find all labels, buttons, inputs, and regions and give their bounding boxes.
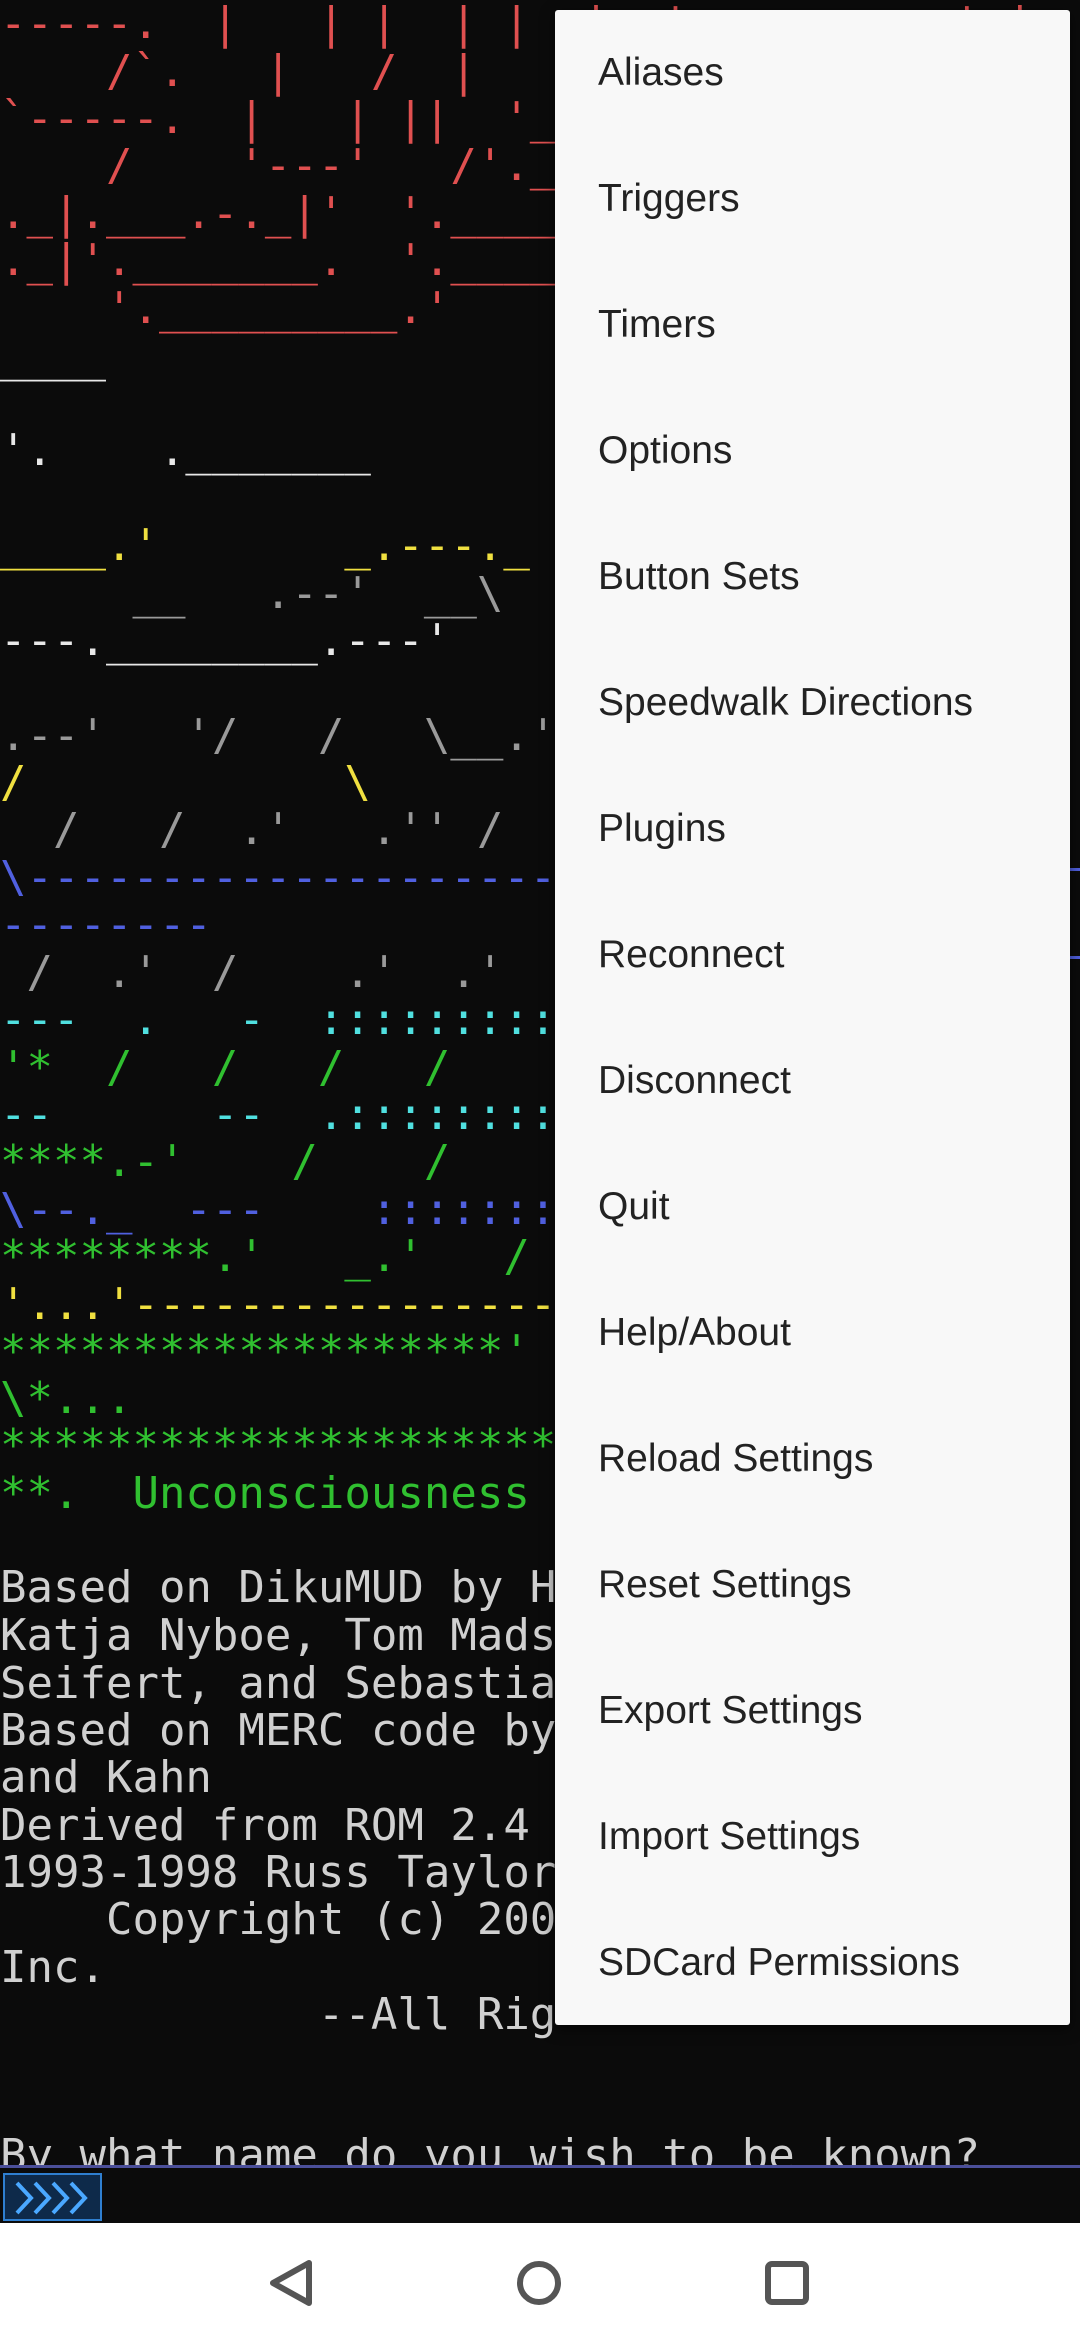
terminal-line: '* / / / / [0, 1042, 451, 1093]
terminal-line: Inc. [0, 1942, 106, 1993]
terminal-line: Based on DikuMUD by H [0, 1562, 557, 1613]
terminal-line: \*... [0, 1373, 133, 1424]
terminal-line: ____ [0, 331, 106, 382]
input-toggle-button[interactable] [3, 2173, 102, 2221]
system-navigation-bar [0, 2223, 1080, 2340]
menu-item-reload-settings[interactable]: Reload Settings [555, 1396, 1070, 1522]
terminal-line: ****.-' / / [0, 1136, 451, 1187]
recents-button[interactable] [747, 2243, 827, 2323]
recents-square-icon [765, 2261, 809, 2305]
menu-item-triggers[interactable]: Triggers [555, 136, 1070, 262]
terminal-line: *******************' [0, 1326, 530, 1377]
back-triangle-icon [270, 2260, 312, 2306]
terminal-line: \--._ --- ::::::::: [0, 1184, 610, 1235]
menu-item-timers[interactable]: Timers [555, 262, 1070, 388]
terminal-line: **. Unconsciousness [0, 1468, 530, 1519]
menu-item-button-sets[interactable]: Button Sets [555, 514, 1070, 640]
terminal-line: ____.' _.---._ [0, 520, 530, 571]
terminal-line: / \ [0, 757, 371, 808]
terminal-line: Based on MERC code by [0, 1705, 557, 1756]
menu-item-import-settings[interactable]: Import Settings [555, 1774, 1070, 1900]
terminal-line: -------- [0, 899, 212, 950]
terminal-line: / '---' /'.____ [0, 140, 636, 191]
terminal-line: ********.' _.' / [0, 1231, 530, 1282]
terminal-line: '...'------------------- [0, 1279, 636, 1330]
menu-item-quit[interactable]: Quit [555, 1144, 1070, 1270]
terminal-line: ---.________.---' [0, 615, 451, 666]
terminal-line: 1993-1998 Russ Taylor [0, 1847, 557, 1898]
terminal-line: ********************** [0, 1420, 583, 1471]
menu-item-reconnect[interactable]: Reconnect [555, 892, 1070, 1018]
menu-item-export-settings[interactable]: Export Settings [555, 1648, 1070, 1774]
terminal-line: .--' '/ / \__.' [0, 710, 557, 761]
home-button[interactable] [499, 2243, 579, 2323]
terminal-line: '. ._______ [0, 425, 371, 476]
terminal-line: and Kahn [0, 1752, 212, 1803]
terminal-line: -- -- .::::::::::: [0, 1089, 636, 1140]
terminal-line: / / .' .'' / [0, 804, 504, 855]
terminal-line: By what name do you wish to be known? [0, 2130, 981, 2165]
terminal-line: --All Rig [0, 1989, 557, 2040]
terminal-line: Seifert, and Sebastia [0, 1658, 557, 1709]
menu-item-help-about[interactable]: Help/About [555, 1270, 1070, 1396]
home-circle-icon [517, 2261, 561, 2305]
terminal-line: / .' / .' .' [0, 947, 504, 998]
menu-item-plugins[interactable]: Plugins [555, 766, 1070, 892]
menu-item-aliases[interactable]: Aliases [555, 10, 1070, 136]
overflow-menu: Aliases Triggers Timers Options Button Sets S… [555, 10, 1070, 2025]
terminal-line: '._________.' [0, 283, 451, 334]
back-button[interactable] [251, 2243, 331, 2323]
menu-item-reset-settings[interactable]: Reset Settings [555, 1522, 1070, 1648]
terminal-line: Derived from ROM 2.4 [0, 1800, 530, 1851]
menu-item-sdcard-permissions[interactable]: SDCard Permissions [555, 1900, 1070, 2025]
input-bar [0, 2165, 1080, 2223]
menu-item-disconnect[interactable]: Disconnect [555, 1018, 1070, 1144]
menu-item-speedwalk-directions[interactable]: Speedwalk Directions [555, 640, 1070, 766]
terminal-line: Copyright (c) 200 [0, 1894, 557, 1945]
menu-item-options[interactable]: Options [555, 388, 1070, 514]
terminal-line: Katja Nyboe, Tom Mads [0, 1610, 557, 1661]
